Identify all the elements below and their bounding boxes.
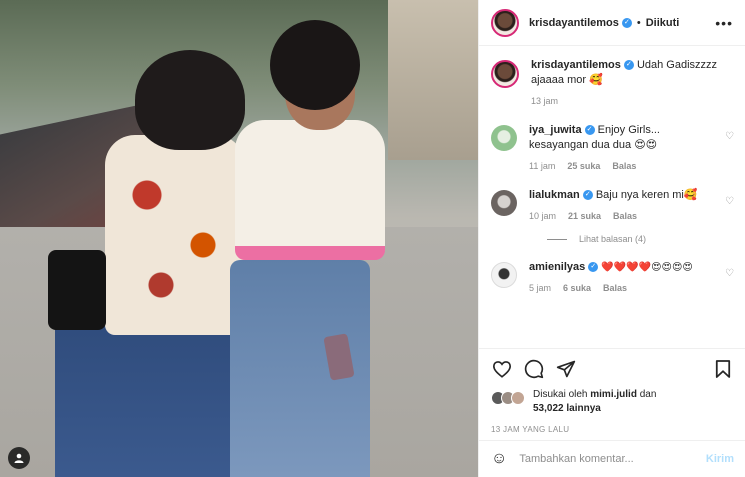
- likes-summary[interactable]: Disukai oleh mimi.julid dan 53,022 lainn…: [491, 388, 736, 416]
- send-icon[interactable]: [555, 358, 577, 380]
- commenter-username[interactable]: amienilyas: [529, 261, 585, 273]
- comment-input[interactable]: [519, 453, 698, 465]
- post-action-bar: [479, 348, 745, 388]
- verified-badge-icon: ✓: [588, 262, 599, 273]
- author-username[interactable]: krisdayantilemos: [529, 17, 619, 29]
- verified-badge-icon: ✓: [582, 190, 593, 201]
- author-avatar[interactable]: [491, 8, 519, 37]
- comment-icon[interactable]: [523, 358, 545, 380]
- liker-username[interactable]: mimi.julid: [590, 389, 637, 400]
- author-avatar[interactable]: [491, 60, 519, 88]
- caption-time: 13 jam: [531, 96, 559, 106]
- heart-icon[interactable]: [491, 358, 513, 380]
- comment-likes[interactable]: 6 suka: [563, 281, 591, 296]
- replies-divider: [547, 238, 567, 240]
- photo-building: [388, 0, 478, 160]
- comment-likes[interactable]: 21 suka: [568, 209, 601, 224]
- likes-count[interactable]: 53,022 lainnya: [533, 403, 601, 414]
- liker-avatars: [491, 391, 525, 405]
- view-replies-label: Lihat balasan (4): [579, 234, 647, 244]
- verified-badge-icon: ✓: [584, 125, 595, 136]
- commenter-avatar[interactable]: [491, 125, 517, 151]
- caption-username[interactable]: krisdayantilemos: [531, 59, 621, 71]
- comment-time: 11 jam: [529, 161, 556, 171]
- comment-time: 5 jam: [529, 283, 552, 293]
- commenter-avatar[interactable]: [491, 262, 517, 288]
- post-photo[interactable]: [0, 0, 478, 477]
- likes-prefix: Disukai oleh: [533, 389, 588, 400]
- comment-row: lialukman ✓ Baju nya keren mi🥰 10 jam 21 …: [491, 188, 734, 224]
- verified-badge-icon: ✓: [621, 17, 632, 28]
- post-header: krisdayantilemos ✓ • Diikuti •••: [479, 0, 745, 46]
- likes-joiner: dan: [639, 389, 657, 400]
- bookmark-icon[interactable]: [712, 358, 734, 380]
- reply-button[interactable]: Balas: [613, 209, 637, 224]
- comment-likes[interactable]: 25 suka: [567, 159, 600, 174]
- comments-list[interactable]: krisdayantilemos ✓ Udah Gadiszzzz ajaaaa …: [479, 46, 745, 348]
- instagram-post-view: krisdayantilemos ✓ • Diikuti ••• krisday…: [0, 0, 745, 477]
- comment-heart-icon[interactable]: ♡: [725, 268, 734, 279]
- comment-text: ❤️❤️❤️❤️😍😍😍😍: [601, 262, 693, 273]
- view-replies-button[interactable]: Lihat balasan (4): [547, 234, 734, 244]
- comment-text: Baju nya keren mi🥰: [595, 189, 698, 201]
- post-side-panel: krisdayantilemos ✓ • Diikuti ••• krisday…: [478, 0, 745, 477]
- comment-heart-icon[interactable]: ♡: [725, 131, 734, 142]
- commenter-username[interactable]: iya_juwita: [529, 124, 582, 136]
- reply-button[interactable]: Balas: [603, 281, 627, 296]
- add-comment-bar: ☺ Kirim: [479, 440, 745, 477]
- post-timestamp: 13 JAM YANG LALU: [491, 425, 570, 434]
- reply-button[interactable]: Balas: [612, 159, 636, 174]
- photo-handbag: [48, 250, 106, 330]
- photo-person-right: [210, 20, 390, 477]
- separator-dot: •: [636, 16, 641, 29]
- follow-status-button[interactable]: Diikuti: [646, 17, 680, 29]
- commenter-avatar[interactable]: [491, 190, 517, 216]
- user-tag-icon[interactable]: [8, 447, 30, 469]
- comment-heart-icon[interactable]: ♡: [725, 196, 734, 207]
- smiley-icon[interactable]: ☺: [491, 450, 507, 468]
- more-horizontal-icon[interactable]: •••: [715, 15, 733, 31]
- verified-badge-icon: ✓: [623, 60, 634, 71]
- post-comment-button[interactable]: Kirim: [706, 453, 734, 465]
- caption-row: krisdayantilemos ✓ Udah Gadiszzzz ajaaaa …: [491, 58, 734, 109]
- comment-row: iya_juwita ✓ Enjoy Girls... kesayangan du…: [491, 123, 734, 174]
- commenter-username[interactable]: lialukman: [529, 189, 580, 201]
- comment-time: 10 jam: [529, 211, 557, 221]
- comment-row: amienilyas ✓ ❤️❤️❤️❤️😍😍😍😍 5 jam 6 suka Ba…: [491, 260, 734, 296]
